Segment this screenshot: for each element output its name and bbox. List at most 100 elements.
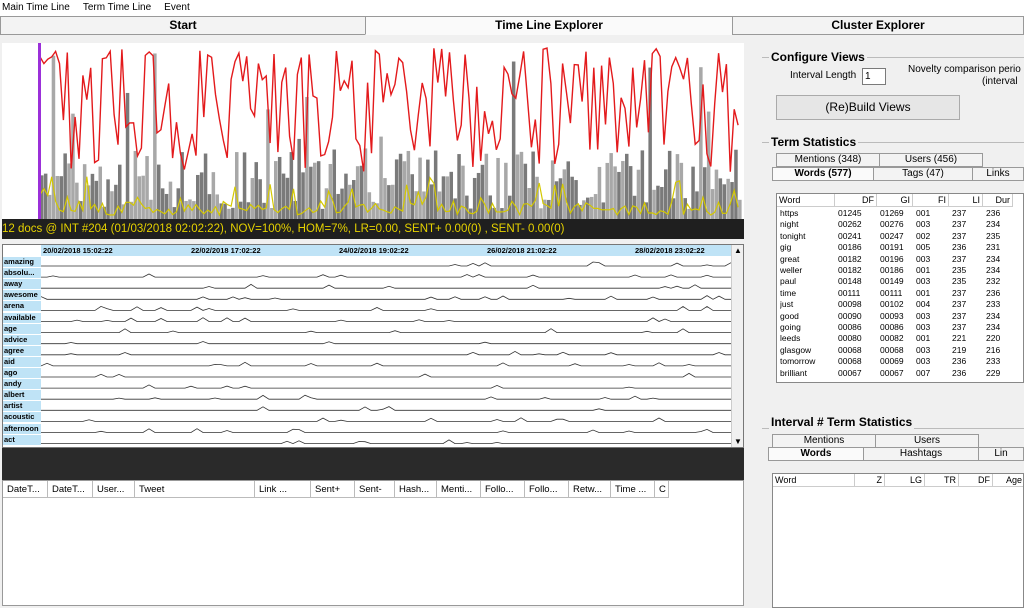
grid-column-header[interactable]: LG: [885, 474, 925, 487]
table-row[interactable]: glasgow 00068 00068 003 219 216: [777, 345, 1023, 356]
table-cell: time: [780, 287, 797, 298]
table-cell: 236: [952, 242, 967, 253]
table-row[interactable]: tomorrow 00068 00069 003 236 233: [777, 356, 1023, 367]
date-label: 26/02/2018 21:02:22: [487, 246, 557, 255]
tab-time-line-explorer[interactable]: Time Line Explorer: [365, 16, 733, 35]
tab-start[interactable]: Start: [0, 16, 366, 35]
menu-term-time-line[interactable]: Term Time Line: [81, 0, 156, 16]
term-label[interactable]: agree: [3, 345, 41, 356]
table-row[interactable]: going 00086 00086 003 237 234: [777, 322, 1023, 333]
tab-interval-users[interactable]: Users: [875, 434, 979, 448]
interval-length-input[interactable]: [862, 68, 886, 85]
term-label[interactable]: advice: [3, 334, 41, 345]
term-sparkline: [41, 372, 731, 378]
term-sparkline: [41, 305, 731, 311]
scroll-up-icon[interactable]: ▲: [733, 246, 743, 255]
term-statistics-grid[interactable]: Word DF GI FI LI Dur https 01245 01269 001 237 236 n…: [776, 193, 1024, 383]
column-header[interactable]: Link ...: [255, 481, 311, 498]
tab-interval-hashtags[interactable]: Hashtags: [863, 447, 979, 461]
term-label[interactable]: acoustic: [3, 412, 41, 423]
rebuild-views-button[interactable]: (Re)Build Views: [776, 95, 960, 120]
table-row[interactable]: night 00262 00276 003 237 234: [777, 219, 1023, 230]
tab-interval-mentions[interactable]: Mentions: [772, 434, 876, 448]
column-header[interactable]: DateT...: [48, 481, 93, 498]
table-row[interactable]: paul 00148 00149 003 235 232: [777, 276, 1023, 287]
column-header[interactable]: Follo...: [525, 481, 569, 498]
grid-column-header[interactable]: Dur: [983, 194, 1013, 207]
term-label[interactable]: afternoon: [3, 423, 41, 434]
tab-users[interactable]: Users (456): [879, 153, 983, 167]
tab-interval-words[interactable]: Words: [768, 447, 864, 461]
grid-column-header[interactable]: Word: [773, 474, 855, 487]
grid-column-header[interactable]: DF: [959, 474, 993, 487]
column-header[interactable]: Hash...: [395, 481, 437, 498]
table-cell: going: [780, 322, 801, 332]
tab-interval-links[interactable]: Lin: [978, 447, 1024, 461]
column-header[interactable]: Menti...: [437, 481, 481, 498]
column-header[interactable]: User...: [93, 481, 135, 498]
table-row[interactable]: gig 00186 00191 005 236 231: [777, 242, 1023, 253]
term-label[interactable]: andy: [3, 379, 41, 390]
table-row[interactable]: just 00098 00102 004 237 233: [777, 299, 1023, 310]
grid-column-header[interactable]: LI: [949, 194, 983, 207]
column-header[interactable]: Sent+: [311, 481, 355, 498]
tab-mentions[interactable]: Mentions (348): [776, 153, 880, 167]
term-label[interactable]: available: [3, 312, 41, 323]
term-label[interactable]: arena: [3, 301, 41, 312]
volume-bar: [543, 199, 547, 219]
grid-column-header[interactable]: TR: [925, 474, 959, 487]
table-row[interactable]: good 00090 00093 003 237 234: [777, 311, 1023, 322]
table-row[interactable]: great 00182 00196 003 237 234: [777, 253, 1023, 265]
column-header[interactable]: Sent-: [355, 481, 395, 498]
column-header[interactable]: Follo...: [481, 481, 525, 498]
column-header[interactable]: Retw...: [569, 481, 611, 498]
column-header[interactable]: Time ...: [611, 481, 655, 498]
grid-column-header[interactable]: Word: [777, 194, 835, 207]
table-row[interactable]: weller 00182 00186 001 235 234: [777, 265, 1023, 276]
term-label[interactable]: age: [3, 323, 41, 334]
table-row[interactable]: leeds 00080 00082 001 221 220: [777, 333, 1023, 344]
term-label[interactable]: aid: [3, 356, 41, 367]
interval-term-statistics-grid[interactable]: Word Z LG TR DF Age: [772, 473, 1024, 608]
table-cell: 234: [986, 253, 1001, 264]
table-row[interactable]: brilliant 00067 00067 007 236 229: [777, 368, 1023, 379]
menu-main-time-line[interactable]: Main Time Line: [0, 0, 75, 16]
term-label[interactable]: albert: [3, 390, 41, 401]
term-sparkline: [41, 317, 731, 322]
volume-bar: [547, 199, 551, 219]
tab-tags[interactable]: Tags (47): [873, 167, 973, 181]
grid-column-header[interactable]: DF: [835, 194, 877, 207]
volume-bar: [94, 180, 99, 219]
term-label[interactable]: ago: [3, 368, 41, 378]
timeline-chart[interactable]: [2, 43, 744, 239]
term-sparkline: [41, 439, 731, 445]
tab-links[interactable]: Links: [972, 167, 1024, 181]
term-label[interactable]: artist: [3, 401, 41, 412]
volume-bar: [320, 208, 325, 219]
tab-words[interactable]: Words (577): [772, 167, 874, 181]
timeline-chart-svg: [2, 43, 744, 219]
table-row[interactable]: tonight 00241 00247 002 237 235: [777, 231, 1023, 242]
table-row[interactable]: https 01245 01269 001 237 236: [777, 208, 1023, 219]
column-header[interactable]: Tweet: [135, 481, 255, 498]
table-cell: 232: [986, 276, 1001, 287]
table-row[interactable]: time 00111 00111 001 237 236: [777, 287, 1023, 299]
grid-column-header[interactable]: GI: [877, 194, 913, 207]
grid-column-header[interactable]: Z: [855, 474, 885, 487]
grid-column-header[interactable]: Age: [993, 474, 1023, 487]
date-label: 20/02/2018 15:02:22: [43, 246, 113, 255]
column-header[interactable]: C: [655, 481, 669, 498]
term-label[interactable]: amazing: [3, 257, 41, 267]
scroll-down-icon[interactable]: ▼: [733, 437, 743, 446]
tab-cluster-explorer[interactable]: Cluster Explorer: [732, 16, 1024, 35]
term-label[interactable]: away: [3, 279, 41, 290]
term-label[interactable]: act: [3, 434, 41, 445]
grid-column-header[interactable]: FI: [913, 194, 949, 207]
column-header[interactable]: DateT...: [3, 481, 48, 498]
term-scrollbar[interactable]: ▲ ▼: [731, 245, 743, 447]
menu-event[interactable]: Event: [162, 0, 195, 16]
term-label[interactable]: awesome: [3, 290, 41, 301]
table-cell: 237: [952, 208, 967, 218]
term-label[interactable]: absolu...: [3, 268, 41, 279]
tweet-table[interactable]: DateT... DateT... User... Tweet Link ... Sent…: [2, 480, 744, 606]
